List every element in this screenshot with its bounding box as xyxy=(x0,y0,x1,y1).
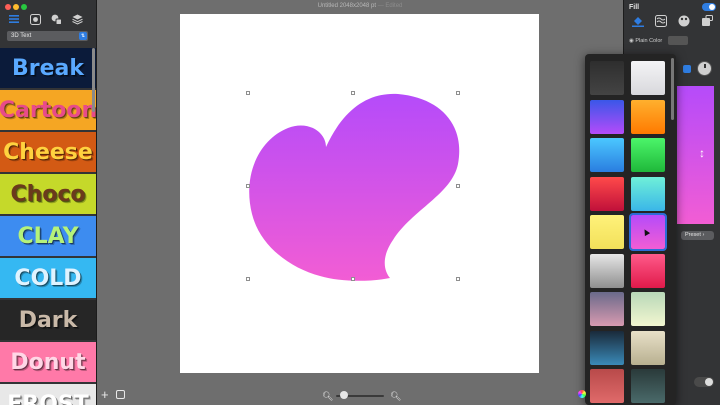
gradient-preset-swatch[interactable] xyxy=(631,176,665,211)
app-window: 3D Text ⇅ Break Cartoon Cheese Choco CLAY COL… xyxy=(0,0,720,405)
gradient-preset-swatch[interactable] xyxy=(631,138,665,172)
shapes-icon[interactable] xyxy=(50,13,62,25)
style-sidebar: 3D Text ⇅ Break Cartoon Cheese Choco CLAY COL… xyxy=(0,0,97,405)
gradient-preset-swatch[interactable] xyxy=(631,99,665,134)
image-fill-icon[interactable] xyxy=(701,15,713,27)
fill-type-tabs xyxy=(632,15,713,27)
selection-handle-tl[interactable] xyxy=(246,91,250,95)
fill-toggle[interactable] xyxy=(702,3,716,11)
gradient-preset-swatch[interactable] xyxy=(590,369,624,403)
document-canvas[interactable] xyxy=(180,14,539,373)
selection-handle-ml[interactable] xyxy=(246,184,250,188)
style-item-label: Cheese xyxy=(3,139,93,165)
style-item-cartoon[interactable]: Cartoon xyxy=(0,90,96,130)
style-item-label: FROST xyxy=(7,391,89,405)
style-item-label: Cartoon xyxy=(0,97,96,123)
gradient-preview[interactable] xyxy=(677,86,714,224)
style-item-cold[interactable]: COLD xyxy=(0,258,96,298)
heart-shape[interactable] xyxy=(249,93,460,281)
style-item-label: CLAY xyxy=(17,223,79,249)
selection-handle-br[interactable] xyxy=(456,277,460,281)
style-item-label: Donut xyxy=(10,349,86,375)
zoom-slider-knob[interactable] xyxy=(340,391,348,399)
style-item-frost[interactable]: FROST xyxy=(0,384,96,405)
gradient-presets-popover xyxy=(585,54,676,405)
style-item-dark[interactable]: Dark xyxy=(0,300,96,340)
preset-button[interactable]: Preset › xyxy=(681,231,714,240)
gradient-preset-swatch[interactable] xyxy=(590,215,624,249)
add-style-button[interactable]: + xyxy=(101,388,109,401)
preset-label: Preset xyxy=(685,232,701,238)
gradient-preset-swatch[interactable] xyxy=(590,138,624,172)
chevron-right-icon: › xyxy=(702,232,705,238)
texture-icon[interactable] xyxy=(655,15,667,27)
style-category-label: 3D Text xyxy=(11,33,32,39)
gradient-preset-swatch[interactable] xyxy=(590,176,624,211)
selection-handle-tr[interactable] xyxy=(456,91,460,95)
gradient-preset-swatch[interactable] xyxy=(590,253,624,288)
color-wheel-icon[interactable] xyxy=(578,390,586,398)
chevron-updown-icon: ⇅ xyxy=(79,32,87,40)
gradient-preset-swatch[interactable] xyxy=(590,61,624,95)
style-item-donut[interactable]: Donut xyxy=(0,342,96,382)
popover-scrollbar[interactable] xyxy=(671,58,674,120)
selection-handle-bl[interactable] xyxy=(246,277,250,281)
image-icon[interactable] xyxy=(29,13,41,25)
grid-view-button[interactable] xyxy=(116,390,125,399)
canvas-artwork xyxy=(249,93,460,281)
list-icon[interactable] xyxy=(8,13,20,25)
gradient-preset-swatch[interactable] xyxy=(631,61,665,95)
fill-bucket-icon[interactable] xyxy=(632,15,644,27)
selection-handle-tc[interactable] xyxy=(351,91,355,95)
plain-color-well[interactable] xyxy=(668,36,688,45)
plain-color-label: Plain Color xyxy=(635,38,663,44)
window-title: Untitled 2048x2048 pt — Edited xyxy=(0,3,720,9)
style-item-cheese[interactable]: Cheese xyxy=(0,132,96,172)
selection-handle-mr[interactable] xyxy=(456,184,460,188)
gradient-preset-swatch[interactable] xyxy=(631,253,665,288)
fill-title: Fill xyxy=(629,4,640,11)
gradient-angle-knob[interactable] xyxy=(697,61,712,76)
layers-icon[interactable] xyxy=(71,13,83,25)
zoom-out-icon[interactable]: 🔍︎ xyxy=(322,391,333,402)
document-title: Untitled 2048x2048 pt xyxy=(317,3,377,9)
resize-arrows-icon[interactable]: ↕ xyxy=(699,146,705,160)
palette-icon[interactable] xyxy=(678,15,690,27)
style-item-label: Choco xyxy=(10,181,86,207)
gradient-preset-swatch[interactable] xyxy=(590,292,624,326)
style-list: Break Cartoon Cheese Choco CLAY COLD Dark Donut… xyxy=(0,48,96,405)
gradient-type-select[interactable] xyxy=(683,65,691,73)
gradient-preset-swatch[interactable] xyxy=(590,99,624,134)
sidebar-toolbar xyxy=(8,13,83,25)
gradient-preset-swatch[interactable] xyxy=(631,369,665,403)
style-item-label: Dark xyxy=(18,307,78,333)
sidebar-scrollbar[interactable] xyxy=(92,48,95,112)
selection-handle-bc[interactable] xyxy=(351,277,355,281)
style-item-break[interactable]: Break xyxy=(0,48,96,88)
zoom-in-icon[interactable]: 🔍︎ xyxy=(390,391,401,402)
document-status: — Edited xyxy=(377,3,403,9)
gradient-preset-swatch[interactable] xyxy=(631,330,665,365)
option-toggle[interactable] xyxy=(694,377,714,387)
style-item-label: COLD xyxy=(14,265,82,291)
style-category-select[interactable]: 3D Text ⇅ xyxy=(7,31,88,41)
style-item-clay[interactable]: CLAY xyxy=(0,216,96,256)
plain-color-option[interactable]: ◉ Plain Color xyxy=(629,38,662,44)
gradient-preset-swatch[interactable] xyxy=(590,330,624,365)
gradient-preset-swatch[interactable] xyxy=(631,292,665,326)
style-item-label: Break xyxy=(11,55,84,81)
style-item-choco[interactable]: Choco xyxy=(0,174,96,214)
